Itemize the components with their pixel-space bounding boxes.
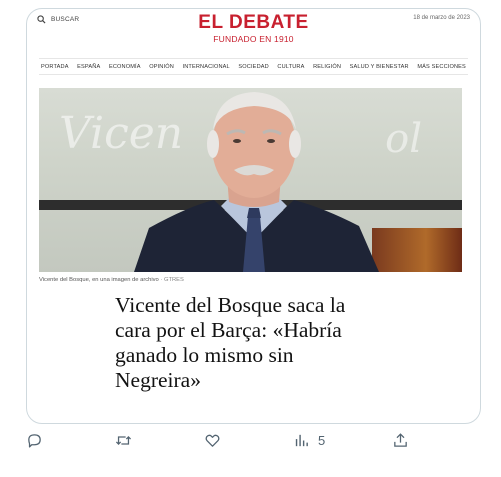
views-icon — [295, 434, 308, 447]
article-headline[interactable]: Vicente del Bosque saca la cara por el B… — [115, 293, 405, 393]
like-button[interactable] — [204, 432, 221, 449]
logo-title: EL DEBATE — [198, 12, 309, 33]
image-caption-text: Vicente del Bosque, en una imagen de arc… — [39, 277, 159, 283]
nav-item-cultura[interactable]: CULTURA — [277, 64, 304, 70]
nav-item-economia[interactable]: ECONOMÍA — [109, 64, 141, 70]
retweet-button[interactable] — [115, 432, 132, 449]
date-label: 18 de marzo de 2023 — [413, 15, 470, 21]
masthead: BUSCAR EL DEBATE FUNDADO EN 1910 18 de m… — [27, 9, 480, 65]
nav-item-opinion[interactable]: OPINIÓN — [149, 64, 174, 70]
headline-line: cara por el Barça: «Habría — [115, 318, 342, 342]
headline-line: Negreira» — [115, 368, 201, 392]
logo-subtitle: FUNDADO EN 1910 — [213, 34, 294, 44]
image-caption: Vicente del Bosque, en una imagen de arc… — [39, 277, 184, 283]
news-card[interactable]: BUSCAR EL DEBATE FUNDADO EN 1910 18 de m… — [26, 8, 481, 424]
nav-item-religion[interactable]: RELIGIÓN — [313, 64, 341, 70]
image-credit: · GTRES — [160, 277, 184, 283]
nav-item-espana[interactable]: ESPAÑA — [77, 64, 100, 70]
headline-line: ganado lo mismo sin — [115, 343, 294, 367]
headline-line: Vicente del Bosque saca la — [115, 293, 346, 317]
section-nav: PORTADA ESPAÑA ECONOMÍA OPINIÓN INTERNAC… — [39, 58, 468, 75]
article-photo[interactable]: Vicen ol — [39, 88, 462, 272]
views-count: 5 — [318, 433, 326, 448]
nav-item-sociedad[interactable]: SOCIEDAD — [238, 64, 268, 70]
share-button[interactable] — [392, 432, 409, 449]
like-icon — [205, 434, 220, 447]
nav-item-portada[interactable]: PORTADA — [41, 64, 69, 70]
tweet-action-bar: 5 — [26, 432, 412, 458]
person-portrait — [134, 92, 379, 272]
retweet-icon — [115, 436, 132, 445]
share-icon — [394, 433, 407, 447]
views-button[interactable]: 5 — [293, 432, 325, 449]
nav-item-internacional[interactable]: INTERNACIONAL — [182, 64, 229, 70]
logo[interactable]: EL DEBATE FUNDADO EN 1910 — [27, 12, 480, 45]
nav-item-salud[interactable]: SALUD Y BIENESTAR — [350, 64, 409, 70]
nav-item-mas-secciones[interactable]: MÁS SECCIONES — [417, 64, 466, 70]
reply-button[interactable] — [26, 432, 43, 449]
reply-icon — [28, 434, 41, 448]
